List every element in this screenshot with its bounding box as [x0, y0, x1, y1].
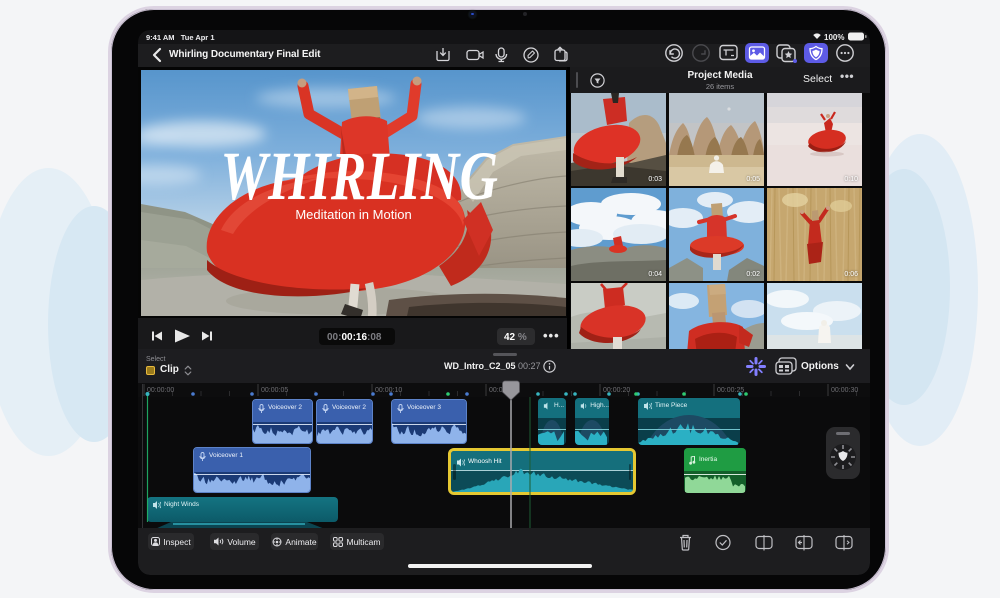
svg-text:100%: 100%: [824, 33, 844, 42]
